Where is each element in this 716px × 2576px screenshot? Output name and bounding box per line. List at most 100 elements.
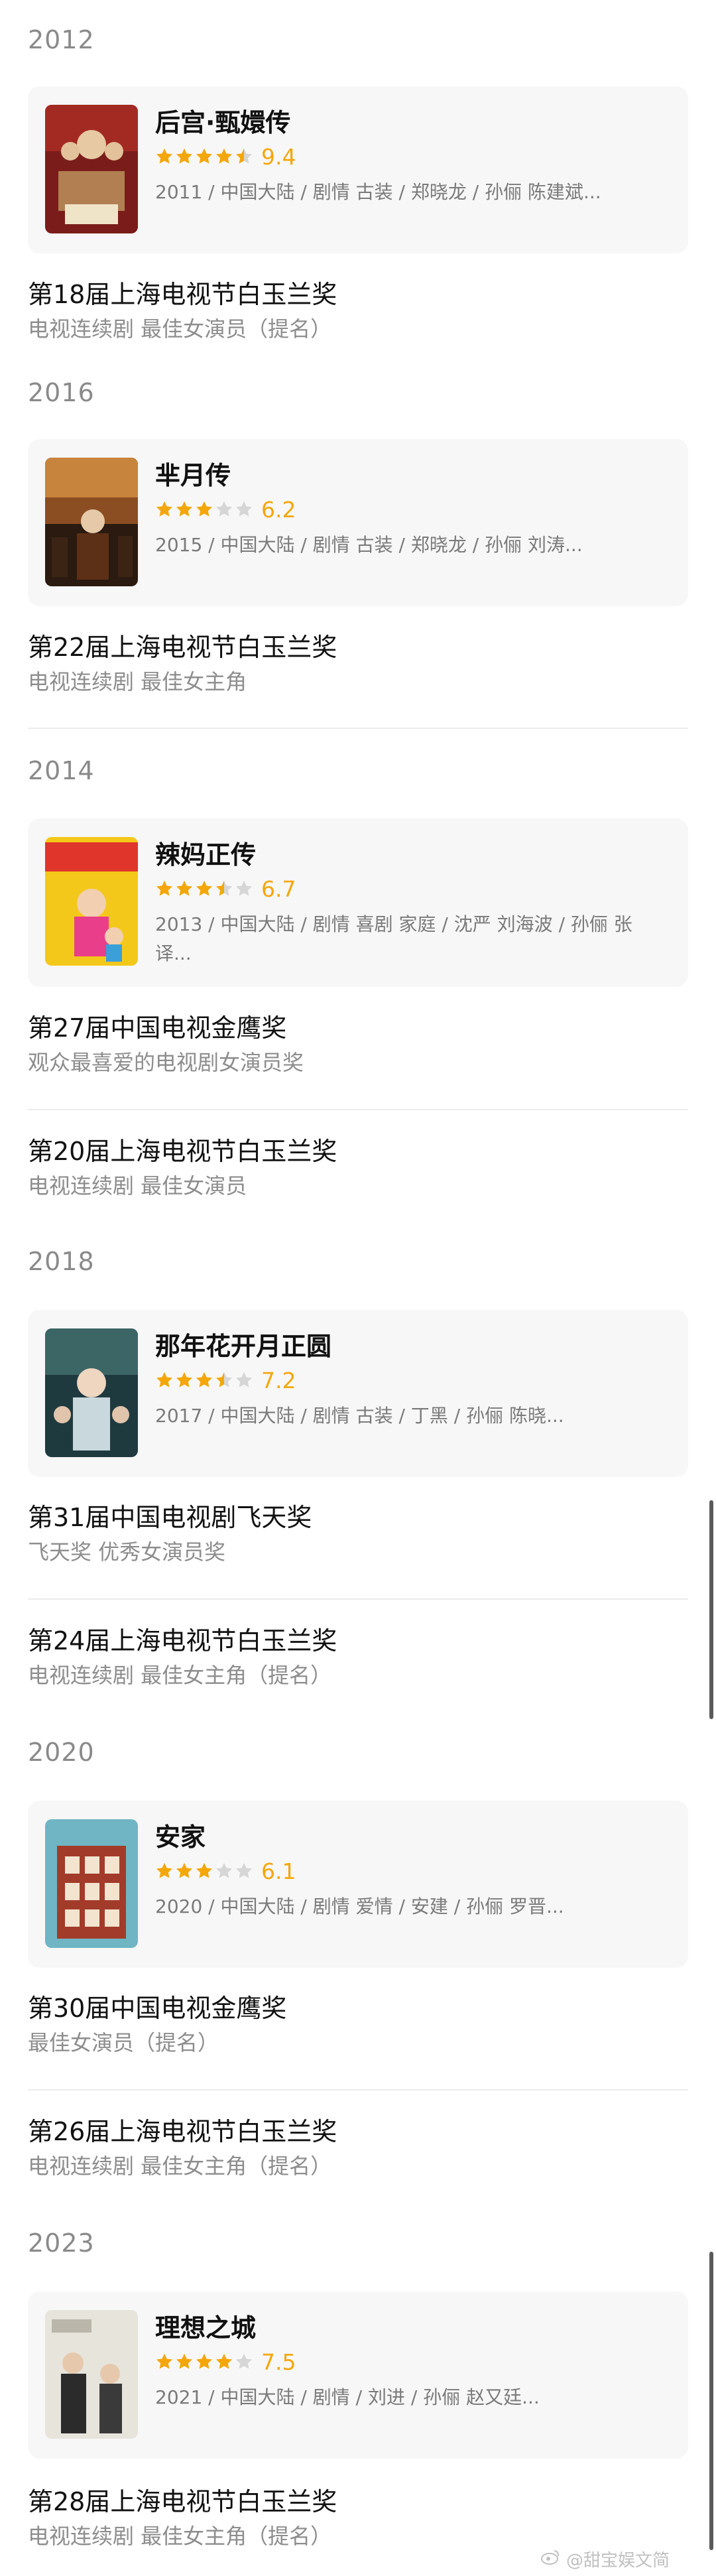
drama-poster [45,1819,138,1948]
rating-score: 7.5 [261,2349,296,2375]
rating: 6.2 [155,495,662,524]
divider [28,1598,688,1600]
star-icon [176,148,193,164]
award-detail: 观众最喜爱的电视剧女演员奖 [28,1050,304,1075]
award-detail: 飞天奖 优秀女演员奖 [28,1539,226,1565]
drama-title: 理想之城 [155,2313,257,2343]
rating-score: 7.2 [261,1367,296,1393]
rating-score: 9.4 [261,143,296,170]
award-item[interactable]: 第30届中国电视金鹰奖 最佳女演员（提名） [28,1991,688,2057]
star-rating [155,147,255,166]
drama-meta: 2020 / 中国大陆 / 剧情 爱情 / 安建 / 孙俪 罗晋... [155,1896,564,1917]
divider [28,1109,688,1110]
award-item[interactable]: 第28届上海电视节白玉兰奖 电视连续剧 最佳女主角（提名） [28,2484,688,2551]
year-label: 2023 [28,2228,95,2258]
award-item[interactable]: 第22届上海电视节白玉兰奖 电视连续剧 最佳女主角 [28,630,688,696]
star-icon [196,148,213,164]
drama-card[interactable]: 后宫·甄嬛传 9.4 2011 / 中国大陆 / 剧情 古装 / 郑晓龙 / 孙… [28,86,688,253]
star-icon [215,148,233,164]
star-icon [215,501,233,517]
award-detail: 电视连续剧 最佳女主角（提名） [28,1663,332,1688]
watermark-text: @甜宝娱文简 [566,2551,670,2571]
star-icon [156,1372,173,1387]
star-icon [156,1862,173,1878]
rating-score: 6.1 [261,1858,296,1884]
rating-score: 6.2 [261,496,296,523]
drama-meta: 2013 / 中国大陆 / 剧情 喜剧 家庭 / 沈严 刘海波 / 孙俪 张译.… [155,913,632,964]
drama-poster [45,458,138,586]
star-icon [235,2353,253,2369]
award-item[interactable]: 第31届中国电视剧飞天奖 飞天奖 优秀女演员奖 [28,1500,688,1567]
rating: 6.1 [155,1856,662,1886]
star-icon [196,1862,213,1878]
star-icon [196,501,213,517]
drama-meta: 2021 / 中国大陆 / 剧情 / 刘进 / 孙俪 赵又廷... [155,2386,540,2408]
star-rating [155,2352,255,2371]
award-name: 第20届上海电视节白玉兰奖 [28,1137,337,1166]
drama-card[interactable]: 辣妈正传 6.7 2013 / 中国大陆 / 剧情 喜剧 家庭 / 沈严 刘海波… [28,818,688,987]
star-rating [155,1862,255,1880]
award-item[interactable]: 第20届上海电视节白玉兰奖 电视连续剧 最佳女演员 [28,1134,688,1200]
award-item[interactable]: 第18届上海电视节白玉兰奖 电视连续剧 最佳女演员（提名） [28,277,688,344]
award-name: 第18届上海电视节白玉兰奖 [28,280,337,309]
drama-card[interactable]: 芈月传 6.2 2015 / 中国大陆 / 剧情 古装 / 郑晓龙 / 孙俪 刘… [28,439,688,606]
rating: 7.2 [155,1366,662,1395]
rating: 7.5 [155,2347,662,2376]
star-icon [196,880,213,896]
award-name: 第30届中国电视金鹰奖 [28,1994,287,2023]
award-name: 第22届上海电视节白玉兰奖 [28,633,337,662]
drama-title: 那年花开月正圆 [155,1332,332,1361]
star-icon [235,1372,253,1387]
scrollbar-thumb[interactable] [709,2252,713,2550]
drama-card[interactable]: 理想之城 7.5 2021 / 中国大陆 / 剧情 / 刘进 / 孙俪 赵又廷.… [28,2291,688,2459]
drama-meta: 2017 / 中国大陆 / 剧情 古装 / 丁黑 / 孙俪 陈晓... [155,1405,564,1427]
star-icon [176,501,193,517]
award-detail: 最佳女演员（提名） [28,2030,219,2055]
award-name: 第24届上海电视节白玉兰奖 [28,1626,337,1655]
star-rating [155,879,255,898]
drama-title: 安家 [155,1823,206,1852]
drama-poster [45,2310,138,2439]
star-icon [215,1862,233,1878]
award-detail: 电视连续剧 最佳女主角 [28,669,247,694]
star-icon [176,1372,193,1387]
star-icon [176,880,193,896]
rating-score: 6.7 [261,875,296,902]
award-item[interactable]: 第24届上海电视节白玉兰奖 电视连续剧 最佳女主角（提名） [28,1624,688,1690]
drama-title: 辣妈正传 [155,840,257,869]
star-icon [196,1372,213,1387]
drama-card[interactable]: 那年花开月正圆 7.2 2017 / 中国大陆 / 剧情 古装 / 丁黑 / 孙… [28,1310,688,1477]
star-icon [215,2353,233,2369]
award-detail: 电视连续剧 最佳女主角（提名） [28,2154,332,2179]
star-icon [156,148,173,164]
award-name: 第27届中国电视金鹰奖 [28,1013,287,1043]
year-label: 2012 [28,25,95,54]
rating: 6.7 [155,874,662,903]
scrollbar-thumb[interactable] [709,1500,713,1719]
divider [28,728,688,729]
star-icon [235,1862,253,1878]
star-icon [156,2353,173,2369]
star-icon [196,2353,213,2369]
star-icon [215,1372,233,1387]
divider [28,2089,688,2091]
drama-title: 后宫·甄嬛传 [155,108,291,137]
star-rating [155,1371,255,1389]
drama-poster [45,837,138,966]
drama-poster [45,105,138,233]
star-icon [235,501,253,517]
star-icon [156,880,173,896]
drama-title: 芈月传 [155,461,231,490]
year-label: 2020 [28,1738,95,1767]
star-icon [235,880,253,896]
award-name: 第31届中国电视剧飞天奖 [28,1503,312,1532]
award-item[interactable]: 第27届中国电视金鹰奖 观众最喜爱的电视剧女演员奖 [28,1011,688,1077]
star-icon [215,880,233,896]
drama-card[interactable]: 安家 6.1 2020 / 中国大陆 / 剧情 爱情 / 安建 / 孙俪 罗晋.… [28,1801,688,1968]
award-detail: 电视连续剧 最佳女演员（提名） [28,316,332,342]
year-label: 2014 [28,756,95,785]
award-detail: 电视连续剧 最佳女演员 [28,1173,247,1198]
award-item[interactable]: 第26届上海电视节白玉兰奖 电视连续剧 最佳女主角（提名） [28,2114,688,2181]
watermark: @甜宝娱文简 [540,2547,670,2571]
star-icon [176,2353,193,2369]
